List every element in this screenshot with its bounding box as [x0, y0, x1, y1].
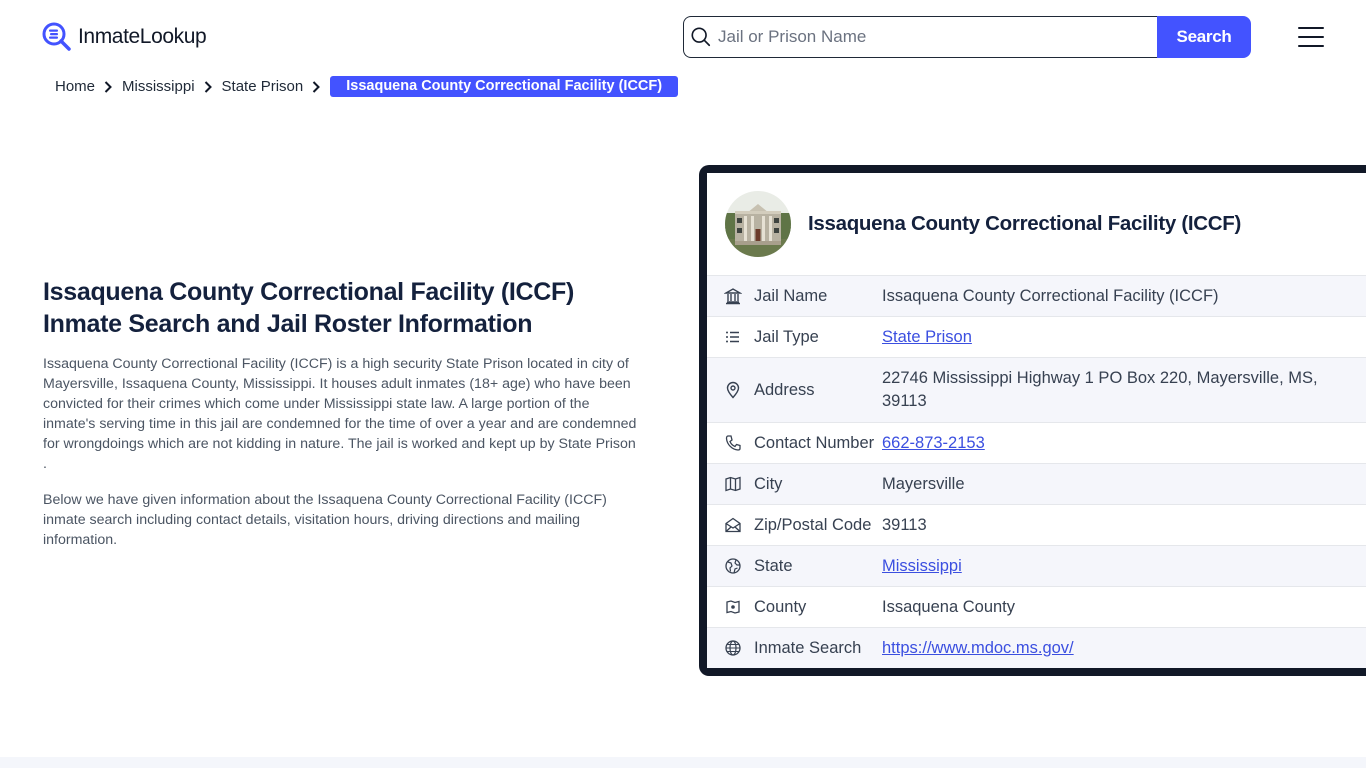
- breadcrumb-facility-type[interactable]: State Prison: [222, 78, 304, 95]
- logo-text: InmateLookup: [78, 25, 207, 48]
- facility-details-table: Jail Name Issaquena County Correctional …: [707, 275, 1366, 668]
- bank-icon: [724, 288, 742, 305]
- list-icon: [726, 331, 739, 343]
- intro-section: Issaquena County Correctional Facility (…: [43, 276, 643, 550]
- intro-paragraph: Issaquena County Correctional Facility (…: [43, 356, 637, 472]
- intro-paragraph: Below we have given information about th…: [43, 492, 607, 548]
- phone-link[interactable]: 662-873-2153: [882, 434, 985, 452]
- row-value: Issaquena County Correctional Facility (…: [882, 286, 1219, 305]
- search-button[interactable]: Search: [1157, 16, 1251, 58]
- logo-magnifier-icon: [42, 22, 71, 51]
- table-row-contact-number: Contact Number 662-873-2153: [707, 422, 1366, 463]
- table-row-county: County Issaquena County: [707, 586, 1366, 627]
- row-value: Issaquena County: [882, 597, 1016, 616]
- site-header: InmateLookup Search: [0, 0, 1366, 70]
- row-value: 22746 Mississippi Highway 1 PO Box 220, …: [882, 369, 1318, 410]
- inmate-search-link[interactable]: https://www.mdoc.ms.gov/: [882, 639, 1074, 657]
- mail-open-icon: [725, 517, 741, 533]
- page-title-line1: Issaquena County Correctional Facility (…: [43, 278, 575, 306]
- page-title: Issaquena County Correctional Facility (…: [43, 276, 643, 340]
- state-link[interactable]: Mississippi: [882, 557, 962, 575]
- row-value: 39113: [882, 515, 927, 534]
- table-row-inmate-search: Inmate Search https://www.mdoc.ms.gov/: [707, 627, 1366, 668]
- row-value: Mayersville: [882, 474, 965, 493]
- row-label: Jail Name: [754, 286, 828, 305]
- facility-photo: [725, 191, 791, 257]
- map-icon: [725, 476, 741, 492]
- location-pin-icon: [726, 381, 740, 399]
- search-field[interactable]: [683, 16, 1157, 58]
- table-row-jail-type: Jail Type State Prison: [707, 316, 1366, 357]
- footer-band: [0, 757, 1366, 768]
- row-label: Zip/Postal Code: [754, 515, 872, 534]
- breadcrumb: Home Mississippi State Prison Issaquena …: [55, 76, 679, 97]
- phone-icon: [725, 435, 741, 451]
- building-photo-icon: [725, 191, 791, 257]
- row-value: State Prison: [882, 326, 1366, 349]
- menu-line: [1298, 45, 1324, 47]
- table-row-city: City Mayersville: [707, 463, 1366, 504]
- card-title: Issaquena County Correctional Facility (…: [808, 212, 1242, 235]
- page-title-line2: Inmate Search and Jail Roster Informatio…: [43, 310, 533, 338]
- breadcrumb-state[interactable]: Mississippi: [122, 78, 195, 95]
- row-label: Contact Number: [754, 433, 875, 452]
- row-label: Jail Type: [754, 327, 819, 346]
- row-value: 662-873-2153: [882, 432, 1366, 455]
- search-bar: Search: [683, 16, 1251, 58]
- row-label: County: [754, 597, 807, 616]
- jail-type-link[interactable]: State Prison: [882, 328, 972, 346]
- row-label: Inmate Search: [754, 638, 862, 657]
- table-row-address: Address 22746 Mississippi Highway 1 PO B…: [707, 357, 1366, 422]
- menu-line: [1298, 36, 1324, 38]
- county-map-icon: [726, 600, 740, 614]
- site-logo[interactable]: InmateLookup: [42, 22, 207, 52]
- row-value: Mississippi: [882, 555, 1366, 578]
- table-row-zip-code: Zip/Postal Code 39113: [707, 504, 1366, 545]
- table-row-jail-name: Jail Name Issaquena County Correctional …: [707, 275, 1366, 316]
- table-row-state: State Mississippi: [707, 545, 1366, 586]
- chevron-right-icon: [204, 80, 212, 93]
- row-label: City: [754, 474, 783, 493]
- chevron-right-icon: [104, 80, 112, 93]
- row-value: https://www.mdoc.ms.gov/: [882, 637, 1366, 660]
- search-input[interactable]: [718, 27, 1157, 47]
- menu-line: [1298, 27, 1324, 29]
- hamburger-menu-icon[interactable]: [1298, 27, 1324, 47]
- chevron-right-icon: [313, 80, 321, 93]
- globe-region-icon: [725, 558, 741, 574]
- row-label: State: [754, 556, 793, 575]
- search-icon: [691, 27, 711, 47]
- facility-info-card: Issaquena County Correctional Facility (…: [699, 165, 1366, 676]
- card-header: Issaquena County Correctional Facility (…: [707, 173, 1366, 275]
- breadcrumb-current: Issaquena County Correctional Facility (…: [330, 76, 679, 97]
- card-body: Issaquena County Correctional Facility (…: [707, 173, 1366, 668]
- breadcrumb-home[interactable]: Home: [55, 78, 95, 95]
- row-label: Address: [754, 380, 815, 399]
- globe-icon: [725, 640, 741, 656]
